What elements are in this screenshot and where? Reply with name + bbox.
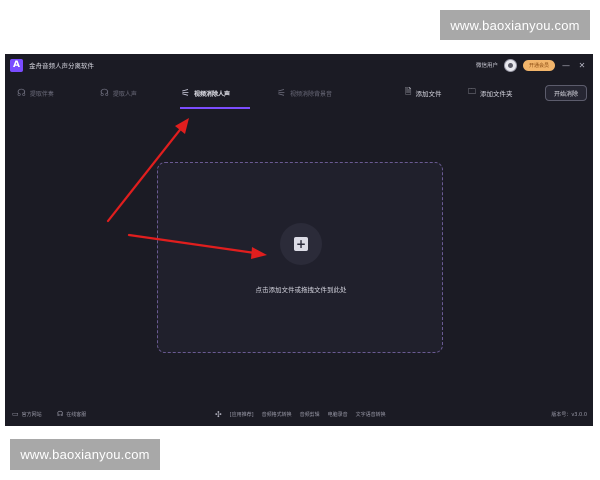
app-window: A 金舟音频人声分离软件 微信用户 开通会员 — ✕ ☊ 提取伴奏 ☊ 提取人声…: [5, 54, 593, 426]
add-file-label: 添加文件: [415, 90, 442, 98]
add-folder-button[interactable]: 🗀 添加文件夹: [468, 86, 513, 100]
nav-bar: ☊ 提取伴奏 ☊ 提取人声 ⚟ 视频消除人声 ⚟ 视频消除背景音 🗎 添加文件 …: [5, 76, 593, 110]
video-mute-icon: ⚟: [181, 87, 190, 99]
headphones-icon: ☊: [17, 87, 26, 99]
plus-icon: +: [294, 237, 308, 251]
add-file-button[interactable]: 🗎 添加文件: [405, 86, 441, 100]
official-site-label: 官方网站: [21, 411, 42, 418]
official-site-link[interactable]: ▭ 官方网站: [12, 410, 42, 418]
footer-link-text-to-speech[interactable]: 文字语音转换: [356, 411, 386, 418]
arrow-head-icon: [175, 118, 189, 134]
tab-label: 视频消除人声: [193, 90, 230, 98]
avatar[interactable]: [503, 58, 517, 72]
watermark-bottom: www.baoxianyou.com: [10, 439, 160, 470]
tab-video-remove-vocals[interactable]: ⚟ 视频消除人声: [181, 83, 230, 103]
recommend-label: [应用推荐]: [229, 412, 254, 418]
tab-extract-vocals[interactable]: ☊ 提取人声: [100, 83, 137, 103]
headset-icon: ☊: [57, 410, 64, 418]
tab-label: 提取伴奏: [29, 90, 54, 98]
video-mute-icon: ⚟: [277, 87, 286, 99]
headphones-icon: ☊: [100, 87, 109, 99]
drop-hint: 点击添加文件或拖拽文件到此处: [255, 286, 347, 294]
app-logo-icon: A: [10, 58, 23, 72]
close-icon[interactable]: ✕: [577, 61, 587, 70]
title-bar-right: 微信用户 开通会员 — ✕: [476, 54, 587, 76]
active-tab-indicator: [180, 107, 250, 109]
title-bar: A 金舟音频人声分离软件 微信用户 开通会员 — ✕: [5, 54, 593, 76]
tab-extract-accompaniment[interactable]: ☊ 提取伴奏: [17, 83, 54, 103]
tab-label: 提取人声: [112, 90, 137, 98]
footer-link-audio-convert[interactable]: 音频格式转换: [262, 411, 292, 418]
online-support-link[interactable]: ☊ 在线客服: [57, 410, 86, 418]
online-support-label: 在线客服: [66, 411, 87, 418]
file-drop-zone[interactable]: + 点击添加文件或拖拽文件到此处: [157, 162, 443, 353]
puzzle-icon: ✣: [215, 410, 222, 419]
screenshot-page: www.baoxianyou.com A 金舟音频人声分离软件 微信用户 开通会…: [0, 0, 600, 480]
folder-icon: 🗀: [468, 87, 476, 96]
vip-button[interactable]: 开通会员: [522, 59, 555, 71]
add-folder-label: 添加文件夹: [480, 90, 513, 98]
footer-bar: ▭ 官方网站 ☊ 在线客服 ✣ [应用推荐] 音频格式转换 音频剪辑 电脑录音 …: [5, 404, 593, 426]
wechat-user-label[interactable]: 微信用户: [476, 61, 498, 69]
version-label: 版本号：v3.0.0: [551, 412, 587, 418]
app-title: 金舟音频人声分离软件: [29, 62, 94, 70]
app-recommend-bar: ✣ [应用推荐] 音频格式转换 音频剪辑 电脑录音 文字语音转换: [215, 410, 386, 419]
monitor-icon: ▭: [12, 410, 19, 418]
start-button[interactable]: 开始消除: [545, 85, 587, 101]
tab-video-remove-background[interactable]: ⚟ 视频消除背景音: [277, 83, 332, 103]
add-file-circle[interactable]: +: [280, 223, 322, 265]
footer-link-audio-edit[interactable]: 音频剪辑: [300, 411, 320, 418]
file-icon: 🗎: [405, 87, 412, 96]
minimize-icon[interactable]: —: [561, 61, 571, 70]
tab-label: 视频消除背景音: [289, 90, 332, 98]
watermark-top: www.baoxianyou.com: [440, 10, 590, 40]
footer-link-pc-record[interactable]: 电脑录音: [328, 411, 348, 418]
